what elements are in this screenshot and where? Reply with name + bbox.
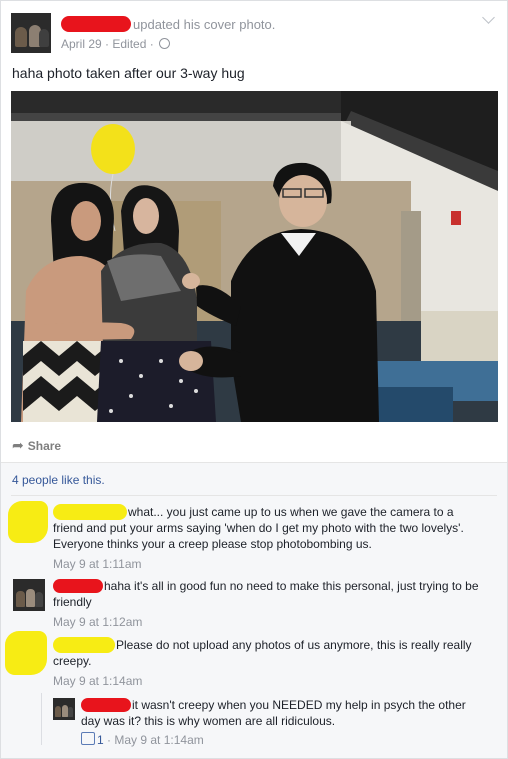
reply-time[interactable]: May 9 at 1:14am [114, 733, 203, 747]
meta-separator: · [105, 37, 110, 51]
likes-link[interactable]: 4 people like this. [12, 473, 105, 487]
edited-label[interactable]: Edited [112, 37, 146, 51]
reply-like-count[interactable]: 1 [97, 733, 104, 747]
comment-text: what... you just came up to us when we g… [53, 504, 473, 552]
like-thumb-icon[interactable] [81, 732, 95, 745]
post-card: updated his cover photo. April 29 · Edit… [0, 0, 508, 759]
commenter-name-redaction[interactable] [53, 579, 103, 593]
comment-text: haha it's all in good fun no need to mak… [53, 578, 493, 610]
comment-text: Please do not upload any photos of us an… [53, 637, 488, 669]
share-icon: ➦ [12, 437, 24, 453]
post-header: updated his cover photo. April 29 · Edit… [11, 11, 497, 55]
comment-body: haha it's all in good fun no need to mak… [53, 579, 479, 609]
author-line: updated his cover photo. [61, 16, 275, 32]
comment-body: Please do not upload any photos of us an… [53, 638, 472, 668]
post-action-text: updated his cover photo. [133, 17, 276, 32]
comment-time[interactable]: May 9 at 1:12am [53, 615, 142, 629]
replier-avatar[interactable] [53, 698, 75, 720]
comment-time[interactable]: May 9 at 1:14am [53, 674, 142, 688]
share-button[interactable]: ➦ Share [12, 437, 61, 454]
post-caption: haha photo taken after our 3-way hug [12, 65, 245, 81]
meta-separator: · [107, 733, 112, 747]
share-label: Share [27, 439, 62, 453]
commenter-avatar[interactable] [13, 579, 45, 611]
post-meta: April 29 · Edited · [61, 37, 171, 51]
commenter-name-redaction[interactable] [53, 504, 127, 520]
comment-time[interactable]: May 9 at 1:11am [53, 557, 142, 571]
reply-thread-line [41, 693, 42, 745]
post-date[interactable]: April 29 [61, 37, 102, 51]
reply-body: it wasn't creepy when you NEEDED my help… [81, 698, 466, 728]
commenter-name-redaction[interactable] [53, 637, 115, 653]
author-name-redaction[interactable] [61, 16, 131, 32]
cover-photo[interactable] [11, 91, 498, 422]
likes-summary: 4 people like this. [12, 473, 105, 487]
chevron-down-icon[interactable] [482, 11, 495, 24]
divider [11, 495, 497, 496]
commenter-avatar-redaction[interactable] [8, 501, 48, 543]
replier-name-redaction[interactable] [81, 698, 131, 712]
reply-meta: 1 · May 9 at 1:14am [81, 732, 204, 747]
author-avatar[interactable] [11, 13, 51, 53]
commenter-avatar-redaction[interactable] [5, 631, 47, 675]
globe-icon[interactable] [159, 38, 171, 49]
meta-separator-2: · [149, 37, 154, 51]
reply-text: it wasn't creepy when you NEEDED my help… [81, 697, 481, 729]
